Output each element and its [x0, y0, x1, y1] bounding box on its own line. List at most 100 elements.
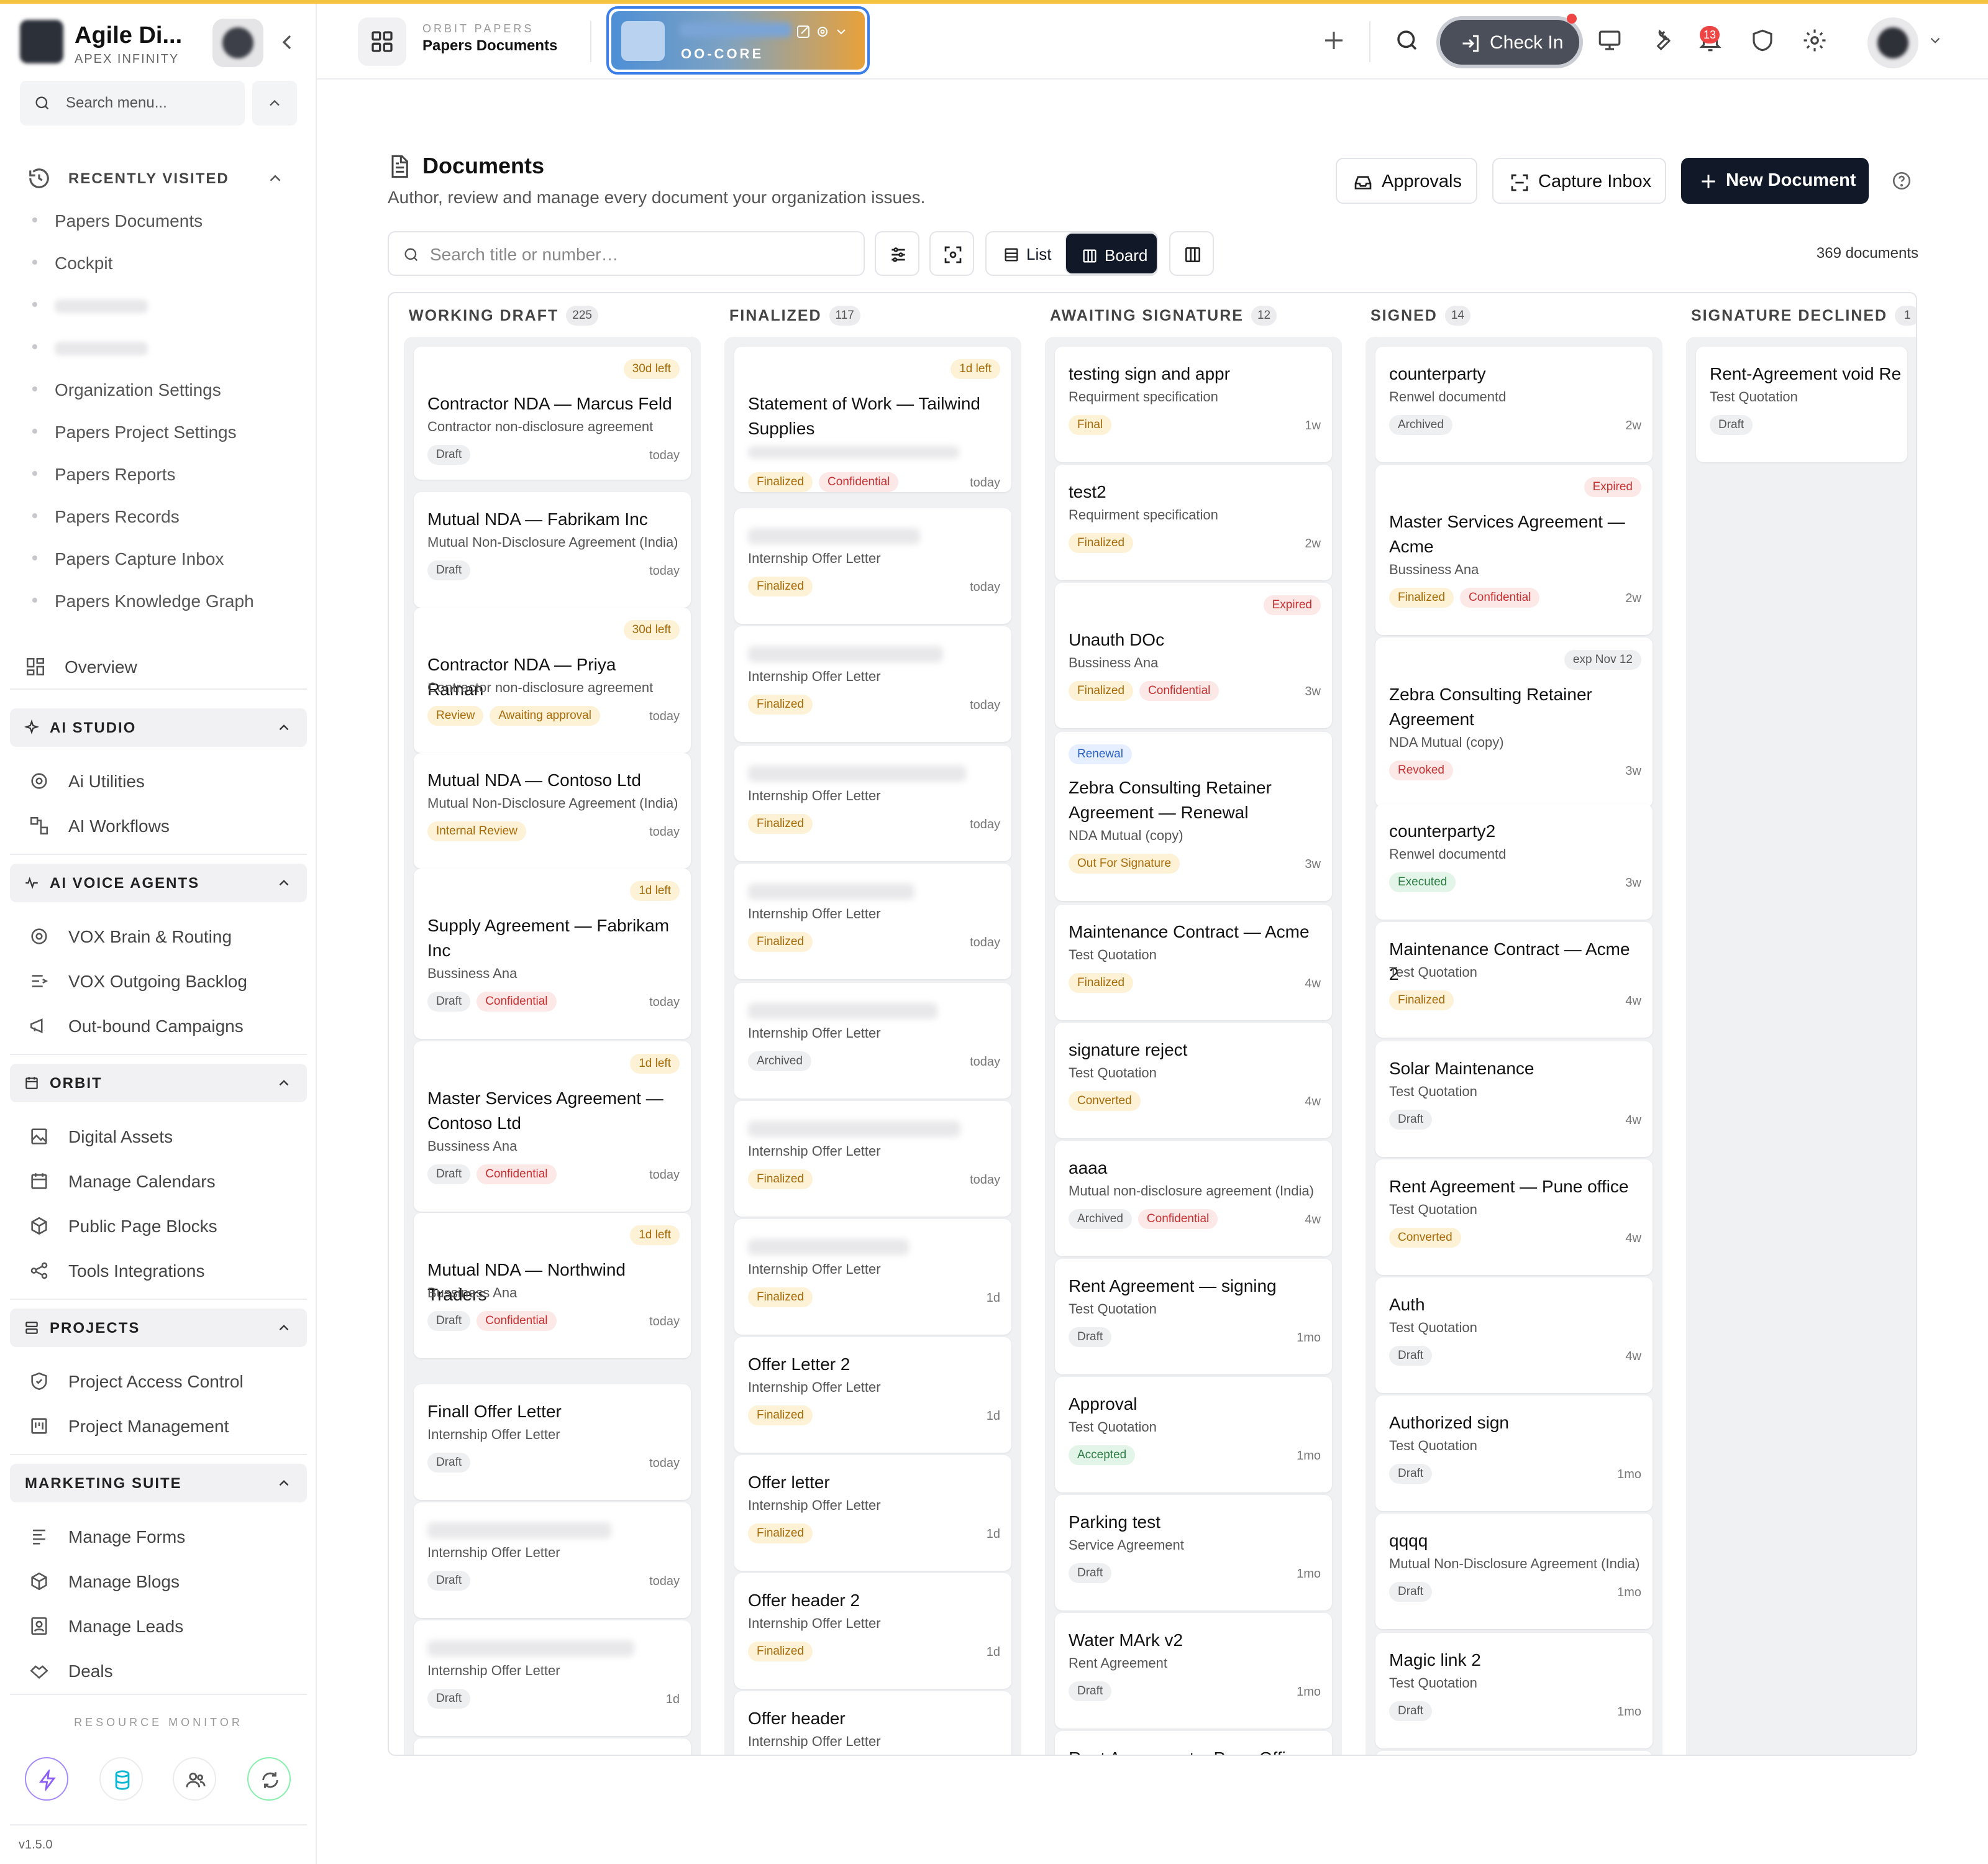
plus-icon[interactable]	[1321, 27, 1347, 53]
sidebar-item-project-access-control[interactable]: Project Access Control	[29, 1363, 302, 1398]
filter-button[interactable]	[875, 231, 919, 276]
sidebar-item-public-page-blocks[interactable]: Public Page Blocks	[29, 1208, 302, 1243]
monitor-icon[interactable]	[1597, 27, 1623, 53]
document-card[interactable]: Water MArk v2 Rent Agreement Draft 1mo	[1055, 1613, 1332, 1729]
recent-item[interactable]: Papers Project Settings	[32, 418, 293, 446]
collapse-sidebar-icon[interactable]	[275, 30, 299, 55]
section-header-ai-studio[interactable]: AI STUDIO	[10, 708, 307, 747]
document-card[interactable]: 1d left Statement of Work — Tailwind Supp…	[734, 347, 1011, 492]
section-header-marketing-suite[interactable]: MARKETING SUITE	[10, 1464, 307, 1502]
document-card[interactable]: Rent-Agreement void Re Test Quotation Draf…	[1696, 347, 1907, 462]
document-card[interactable]: Offer letter Internship Offer Letter Final…	[734, 1455, 1011, 1571]
cpu-monitor[interactable]	[25, 1757, 68, 1801]
recent-item[interactable]: Organization Settings	[32, 375, 293, 404]
collapse-all-button[interactable]	[252, 81, 297, 126]
sidebar-item-vox-brain-routing[interactable]: VOX Brain & Routing	[29, 918, 302, 953]
approvals-button[interactable]: Approvals	[1336, 158, 1477, 204]
sidebar-item-out-bound-campaigns[interactable]: Out-bound Campaigns	[29, 1008, 302, 1043]
document-card[interactable]: 30d left Contractor NDA — Priya Raman Cont…	[414, 608, 691, 753]
document-card[interactable]: exp Nov 12 Zebra Consulting Retainer Agre…	[1375, 637, 1653, 808]
document-card[interactable]: Approval Test Quotation Accepted 1mo	[1055, 1377, 1332, 1492]
storage-monitor[interactable]	[99, 1757, 143, 1801]
recent-item[interactable]: Cockpit	[32, 249, 293, 277]
check-in-button[interactable]: Check In	[1436, 14, 1583, 68]
org-avatar[interactable]	[212, 19, 263, 67]
document-search-input[interactable]: Search title or number…	[388, 231, 865, 276]
sidebar-item-ai-workflows[interactable]: AI Workflows	[29, 808, 302, 843]
recent-item[interactable]: Papers Reports	[32, 460, 293, 488]
document-card[interactable]: Magic link 2 Test Quotation Draft 1mo	[1375, 1633, 1653, 1748]
document-card[interactable]: Draft Water mark	[414, 1738, 691, 1755]
document-card[interactable]: Rent Agreement – Pune Office	[1055, 1731, 1332, 1755]
document-card[interactable]: Expired Master Services Agreement — Acme B…	[1375, 465, 1653, 635]
scan-button[interactable]	[929, 231, 974, 276]
sidebar-item-manage-blogs[interactable]: Manage Blogs	[29, 1563, 302, 1598]
document-card[interactable]: Internship Offer Letter Finalized today	[734, 864, 1011, 979]
document-card[interactable]: Expired Unauth DOc Bussiness Ana Finalized C…	[1055, 583, 1332, 728]
document-card[interactable]: Internship Offer Letter Draft 1d	[414, 1620, 691, 1736]
sidebar-item-overview[interactable]: Overview	[25, 649, 298, 683]
document-card[interactable]: Maintenance Contract — Acme 2 Test Quotat…	[1375, 922, 1653, 1038]
document-card[interactable]: Offer header 2 Internship Offer Letter Fin…	[734, 1573, 1011, 1689]
document-card[interactable]: Offer Letter 2 Internship Offer Letter Fin…	[734, 1337, 1011, 1453]
columns-button[interactable]	[1169, 231, 1214, 276]
document-card[interactable]: Rent Agreement — signing Test Quotation Dr…	[1055, 1259, 1332, 1374]
document-card[interactable]: Offer header Internship Offer Letter	[734, 1691, 1011, 1755]
document-card[interactable]: 30d left Contractor NDA — Marcus Feld Cont…	[414, 347, 691, 480]
gear-icon[interactable]	[1802, 27, 1828, 53]
document-card[interactable]: testing sign and appr Requirment specific…	[1055, 347, 1332, 462]
document-card[interactable]: Auth Test Quotation Draft 4w	[1375, 1277, 1653, 1393]
document-card[interactable]: Internship Offer Letter Draft today	[414, 1502, 691, 1618]
board-view-button[interactable]: Board	[1065, 232, 1157, 275]
sidebar-item-manage-forms[interactable]: Manage Forms	[29, 1519, 302, 1553]
document-card[interactable]: Solar Maintenance Test Quotation Draft 4w	[1375, 1041, 1653, 1157]
document-card[interactable]: 1d left Mutual NDA — Northwind Traders Bus…	[414, 1213, 691, 1358]
document-card[interactable]: Internship Offer Letter Finalized today	[734, 1101, 1011, 1217]
shield-icon[interactable]	[1749, 27, 1776, 53]
sidebar-item-tools-integrations[interactable]: Tools Integrations	[29, 1253, 302, 1287]
sync-monitor[interactable]	[247, 1757, 291, 1801]
document-card[interactable]: Finall Offer Letter Internship Offer Lett…	[414, 1384, 691, 1500]
recent-item[interactable]	[32, 291, 293, 319]
document-card[interactable]: 1d left Master Services Agreement — Conto…	[414, 1041, 691, 1212]
document-card[interactable]: Internship Offer Letter Finalized 1d	[734, 1219, 1011, 1335]
document-card[interactable]: counterparty2 Renwel documentd Executed 3w	[1375, 804, 1653, 920]
search-icon[interactable]	[1394, 27, 1420, 53]
menu-search-input[interactable]: Search menu...	[20, 81, 245, 126]
workspace-switcher[interactable]: OO-CORE	[606, 6, 870, 75]
help-icon[interactable]	[1891, 170, 1912, 191]
sidebar-item-project-management[interactable]: Project Management	[29, 1408, 302, 1443]
recent-item[interactable]	[32, 333, 293, 362]
document-card[interactable]: counterparty Renwel documentd Archived 2w	[1375, 347, 1653, 462]
chevron-down-icon[interactable]	[1927, 32, 1943, 48]
document-card[interactable]: Internship Offer Letter Finalized today	[734, 626, 1011, 742]
sidebar-item-vox-outgoing-backlog[interactable]: VOX Outgoing Backlog	[29, 963, 302, 998]
recently-visited-header[interactable]: RECENTLY VISITED	[27, 163, 294, 194]
user-avatar[interactable]	[1867, 17, 1918, 68]
sidebar-item-manage-leads[interactable]: Manage Leads	[29, 1608, 302, 1643]
document-card[interactable]: 1d left Supply Agreement — Fabrikam Inc Bu…	[414, 869, 691, 1039]
section-header-orbit[interactable]: ORBIT	[10, 1064, 307, 1102]
document-card[interactable]: signature reject Test Quotation Converted 4…	[1055, 1023, 1332, 1138]
document-card[interactable]: Internship Offer Letter Finalized today	[734, 508, 1011, 624]
document-card[interactable]: Internship Offer Letter Archived today	[734, 983, 1011, 1099]
list-view-button[interactable]: List	[987, 232, 1065, 275]
document-card[interactable]: Internship Offer Letter Finalized today	[734, 746, 1011, 861]
section-header-ai-voice-agents[interactable]: AI VOICE AGENTS	[10, 864, 307, 902]
document-card[interactable]: Mutual NDA — Fabrikam Inc Mutual Non-Disc…	[414, 492, 691, 608]
recent-item[interactable]: Papers Capture Inbox	[32, 544, 293, 573]
users-monitor[interactable]	[173, 1757, 216, 1801]
document-card[interactable]	[1375, 1751, 1653, 1755]
document-card[interactable]: qqqq Mutual Non-Disclosure Agreement (Ind…	[1375, 1514, 1653, 1629]
sidebar-item-digital-assets[interactable]: Digital Assets	[29, 1118, 302, 1153]
document-card[interactable]: Maintenance Contract — Acme Test Quotatio…	[1055, 905, 1332, 1020]
recent-item[interactable]: Papers Documents	[32, 206, 293, 235]
apps-button[interactable]	[358, 17, 406, 66]
document-card[interactable]: Mutual NDA — Contoso Ltd Mutual Non-Discl…	[414, 753, 691, 869]
document-card[interactable]: Parking test Service Agreement Draft 1mo	[1055, 1495, 1332, 1610]
recent-item[interactable]: Papers Knowledge Graph	[32, 587, 293, 615]
document-card[interactable]: Renewal Zebra Consulting Retainer Agreeme…	[1055, 732, 1332, 901]
wrench-icon[interactable]	[1648, 27, 1672, 52]
document-card[interactable]: test2 Requirment specification Finalized 2w	[1055, 465, 1332, 580]
capture-inbox-button[interactable]: Capture Inbox	[1492, 158, 1666, 204]
